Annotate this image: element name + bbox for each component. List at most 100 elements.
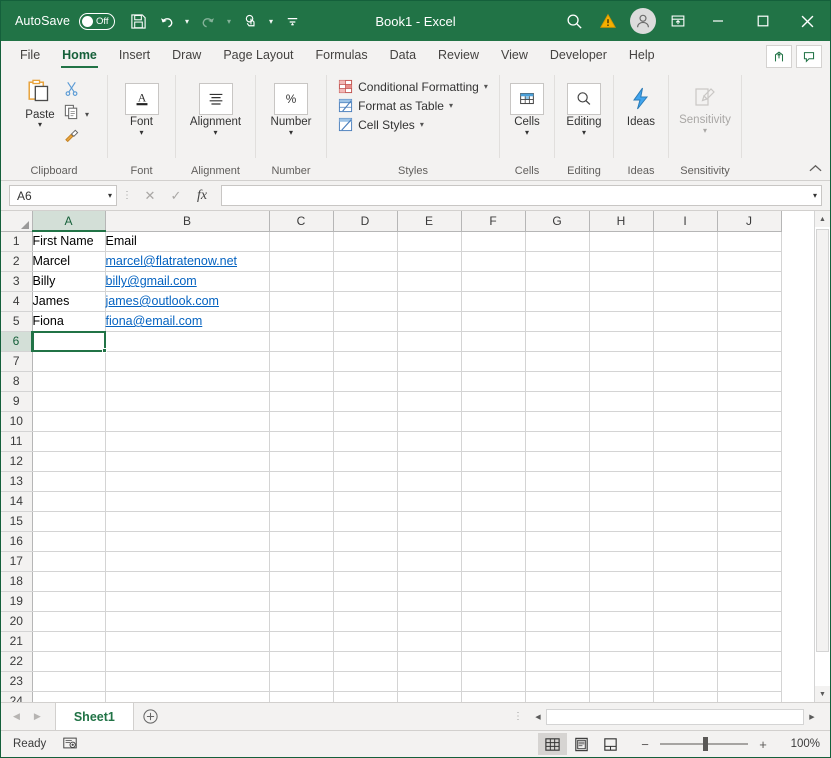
scroll-left-arrow-icon[interactable]: ◀ <box>530 709 546 725</box>
cell-F2[interactable] <box>461 251 526 272</box>
ribbon-display-options-icon[interactable] <box>661 1 695 41</box>
cell-I7[interactable] <box>653 351 718 372</box>
cell-H22[interactable] <box>589 651 654 672</box>
cell-J13[interactable] <box>717 471 782 492</box>
row-header-11[interactable]: 11 <box>1 431 33 452</box>
cell-F17[interactable] <box>461 551 526 572</box>
vertical-scroll-track[interactable] <box>815 227 830 686</box>
cell-J6[interactable] <box>717 331 782 352</box>
cell-A22[interactable] <box>32 651 106 672</box>
cell-H3[interactable] <box>589 271 654 292</box>
cell-D23[interactable] <box>333 671 398 692</box>
row-header-12[interactable]: 12 <box>1 451 33 472</box>
cell-I3[interactable] <box>653 271 718 292</box>
cell-A21[interactable] <box>32 631 106 652</box>
tab-home[interactable]: Home <box>51 41 108 70</box>
cell-E13[interactable] <box>397 471 462 492</box>
column-header-h[interactable]: H <box>589 211 654 232</box>
ideas-button[interactable]: Ideas <box>616 83 666 128</box>
cell-C9[interactable] <box>269 391 334 412</box>
vertical-scrollbar[interactable]: ▲ ▼ <box>814 211 830 702</box>
account-avatar[interactable] <box>630 8 656 34</box>
cell-A4[interactable]: James <box>32 291 106 312</box>
cell-A9[interactable] <box>32 391 106 412</box>
cell-C6[interactable] <box>269 331 334 352</box>
cell-I18[interactable] <box>653 571 718 592</box>
cell-E12[interactable] <box>397 451 462 472</box>
cell-I5[interactable] <box>653 311 718 332</box>
cell-G9[interactable] <box>525 391 590 412</box>
formula-bar-drag-handle[interactable]: ⋮ <box>121 191 133 201</box>
cell-H16[interactable] <box>589 531 654 552</box>
cell-F8[interactable] <box>461 371 526 392</box>
cell-E7[interactable] <box>397 351 462 372</box>
cell-I8[interactable] <box>653 371 718 392</box>
cell-E19[interactable] <box>397 591 462 612</box>
cell-F4[interactable] <box>461 291 526 312</box>
alignment-button[interactable]: Alignment ▾ <box>179 83 253 137</box>
record-macro-icon[interactable] <box>62 735 78 754</box>
cell-H2[interactable] <box>589 251 654 272</box>
cell-J15[interactable] <box>717 511 782 532</box>
cell-G12[interactable] <box>525 451 590 472</box>
cell-H10[interactable] <box>589 411 654 432</box>
cell-G18[interactable] <box>525 571 590 592</box>
cell-F23[interactable] <box>461 671 526 692</box>
row-header-19[interactable]: 19 <box>1 591 33 612</box>
cell-B2[interactable]: marcel@flatratenow.net <box>105 251 270 272</box>
cell-J12[interactable] <box>717 451 782 472</box>
cell-E5[interactable] <box>397 311 462 332</box>
cell-I19[interactable] <box>653 591 718 612</box>
confirm-entry-button[interactable]: ✓ <box>163 185 189 207</box>
touch-mode-chevron-down-icon[interactable]: ▾ <box>265 17 277 26</box>
cell-C19[interactable] <box>269 591 334 612</box>
row-header-22[interactable]: 22 <box>1 651 33 672</box>
cell-E6[interactable] <box>397 331 462 352</box>
cell-D14[interactable] <box>333 491 398 512</box>
save-icon[interactable] <box>125 8 151 34</box>
cell-I15[interactable] <box>653 511 718 532</box>
next-sheet-button[interactable]: ▶ <box>34 711 41 722</box>
cell-B6[interactable] <box>105 331 270 352</box>
format-as-table-button[interactable]: Format as Table ▾ <box>338 98 488 113</box>
cell-J5[interactable] <box>717 311 782 332</box>
cell-B14[interactable] <box>105 491 270 512</box>
cell-I16[interactable] <box>653 531 718 552</box>
share-icon[interactable] <box>766 45 792 68</box>
cell-E20[interactable] <box>397 611 462 632</box>
cell-D5[interactable] <box>333 311 398 332</box>
close-button[interactable] <box>785 1 830 41</box>
format-as-table-chevron-down-icon[interactable]: ▾ <box>449 101 453 110</box>
cell-H14[interactable] <box>589 491 654 512</box>
row-header-3[interactable]: 3 <box>1 271 33 292</box>
cell-J20[interactable] <box>717 611 782 632</box>
cell-B1[interactable]: Email <box>105 231 270 252</box>
cell-E8[interactable] <box>397 371 462 392</box>
comment-icon[interactable] <box>796 45 822 68</box>
row-header-2[interactable]: 2 <box>1 251 33 272</box>
tab-file[interactable]: File <box>9 41 51 70</box>
cell-B12[interactable] <box>105 451 270 472</box>
cell-E4[interactable] <box>397 291 462 312</box>
cell-J10[interactable] <box>717 411 782 432</box>
cell-G14[interactable] <box>525 491 590 512</box>
cell-J16[interactable] <box>717 531 782 552</box>
cell-I23[interactable] <box>653 671 718 692</box>
redo-icon[interactable] <box>195 8 221 34</box>
cell-D4[interactable] <box>333 291 398 312</box>
cell-D15[interactable] <box>333 511 398 532</box>
cell-C23[interactable] <box>269 671 334 692</box>
cell-I6[interactable] <box>653 331 718 352</box>
cell-D17[interactable] <box>333 551 398 572</box>
cell-B3[interactable]: billy@gmail.com <box>105 271 270 292</box>
editing-button[interactable]: Editing ▾ <box>557 83 611 137</box>
cell-C14[interactable] <box>269 491 334 512</box>
zoom-slider[interactable] <box>660 736 748 752</box>
horizontal-scrollbar[interactable]: ◀ ▶ <box>530 708 820 725</box>
cell-H12[interactable] <box>589 451 654 472</box>
cell-E2[interactable] <box>397 251 462 272</box>
horizontal-scroll-track[interactable] <box>546 708 804 725</box>
row-header-9[interactable]: 9 <box>1 391 33 412</box>
cell-G4[interactable] <box>525 291 590 312</box>
undo-chevron-down-icon[interactable]: ▾ <box>181 17 193 26</box>
